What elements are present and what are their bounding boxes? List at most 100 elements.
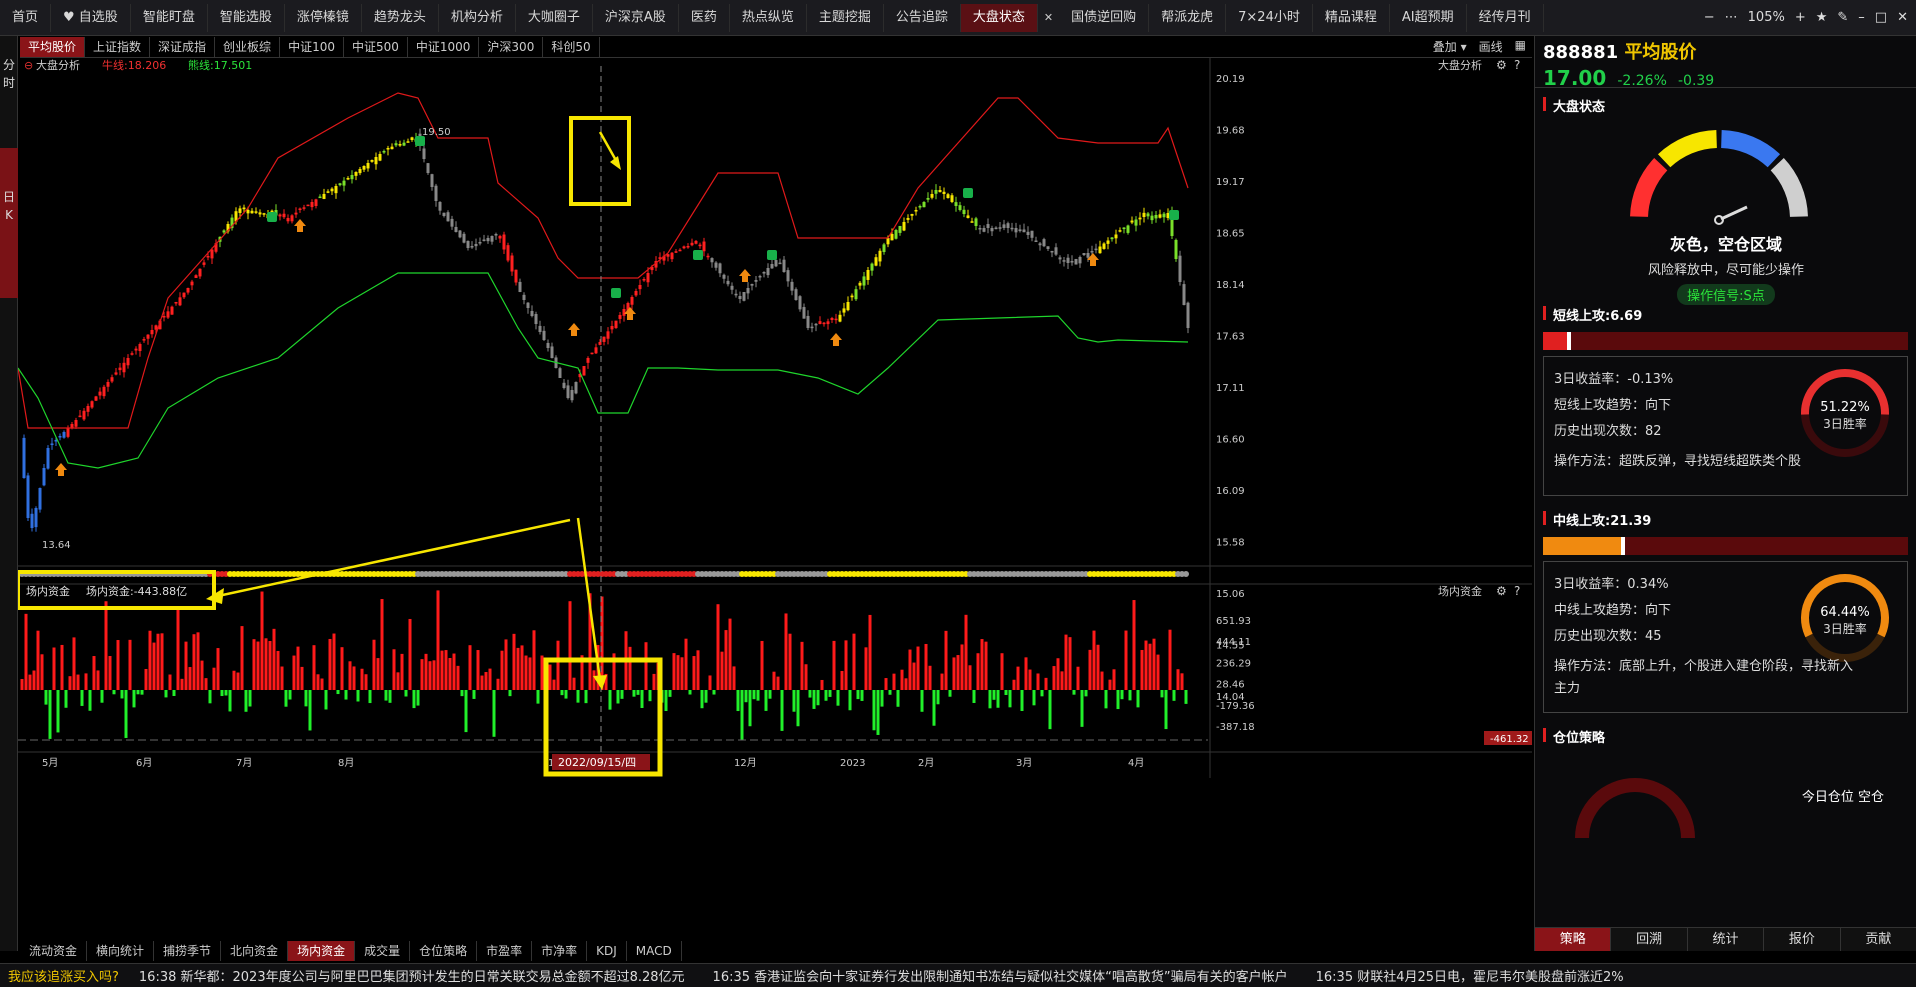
index-tab-1[interactable]: 上证指数: [85, 36, 151, 57]
sub-tab-2[interactable]: 捕捞季节: [154, 941, 222, 961]
candle-body: [910, 214, 914, 216]
nav-item-9[interactable]: 医药: [679, 3, 730, 32]
sub-tab-3[interactable]: 北向资金: [221, 941, 289, 961]
nav-item-1[interactable]: ♥ 自选股: [51, 3, 131, 32]
candle-body: [290, 215, 294, 222]
nav-item-10[interactable]: 热点纵览: [730, 3, 807, 32]
sub-tab-0[interactable]: 流动资金: [20, 941, 88, 961]
nav-item-4[interactable]: 涨停榛镜: [285, 3, 362, 32]
candle-body: [850, 295, 854, 298]
settings-icon[interactable]: ⚙: [1496, 58, 1507, 72]
index-tab-7[interactable]: 沪深300: [479, 36, 544, 57]
price-tick: 16.60: [1216, 435, 1245, 446]
strategy-tab-0[interactable]: 策略: [1535, 928, 1612, 951]
candle-body: [898, 226, 902, 233]
fund-bar: [304, 690, 308, 707]
nav-item-14[interactable]: 国债逆回购: [1059, 3, 1150, 32]
index-tab-5[interactable]: 中证500: [344, 36, 408, 57]
fund-bar: [844, 640, 848, 690]
candle-body: [82, 410, 86, 420]
nav-item-3[interactable]: 智能选股: [208, 3, 285, 32]
fund-bar: [512, 633, 516, 690]
news-ticker: 我应该追涨买入吗? 16:38 新华都：2023年度公司与阿里巴巴集团预计发生的…: [0, 963, 1916, 987]
candle-body: [450, 218, 454, 227]
window-min-icon[interactable]: –: [1858, 10, 1865, 25]
index-tab-8[interactable]: 科创50: [543, 36, 600, 57]
candle-body: [170, 306, 174, 315]
strategy-tab-4[interactable]: 贡献: [1841, 928, 1916, 951]
candle-body: [1062, 260, 1066, 262]
ticker-news-3[interactable]: 16:35 财联社4月25日电，霍尼韦尔美股盘前涨近2%: [1316, 966, 1652, 985]
candle-body: [510, 255, 514, 272]
candle-body: [370, 160, 374, 162]
index-tab-3[interactable]: 创业板综: [215, 36, 281, 57]
indicator-collapse-icon[interactable]: ⊖: [24, 59, 33, 72]
candle-body: [46, 448, 50, 469]
nav-item-17[interactable]: 精品课程: [1313, 3, 1390, 32]
nav-item-18[interactable]: AI超预期: [1390, 3, 1467, 32]
nav-item-7[interactable]: 大咖圈子: [516, 3, 593, 32]
strategy-tab-1[interactable]: 回溯: [1611, 928, 1688, 951]
index-tab-2[interactable]: 深证成指: [150, 36, 216, 57]
sub-settings-icon[interactable]: ⚙: [1496, 584, 1507, 598]
ticker-question[interactable]: 我应该追涨买入吗?: [0, 966, 139, 985]
fund-bar: [952, 657, 956, 690]
stock-change-pct: -2.26%: [1617, 73, 1667, 89]
sub-tab-9[interactable]: KDJ: [587, 941, 627, 961]
candle-body: [622, 309, 626, 316]
market-chart[interactable]: 20.19 19.68 19.17 18.65 18.14 17.63 17.11 16.60…: [18, 58, 1532, 941]
sub-help-icon[interactable]: ?: [1514, 584, 1520, 598]
nav-item-15[interactable]: 帮派龙虎: [1149, 3, 1227, 32]
s-signal-icon: [611, 288, 621, 298]
cursor-date: 2022/09/15/四: [558, 756, 636, 769]
strategy-tab-2[interactable]: 统计: [1688, 928, 1765, 951]
sub-tab-1[interactable]: 横向统计: [87, 941, 155, 961]
ticker-news-2[interactable]: 16:35 香港证监会向十家证券行发出限制通知书冻结与疑似社交媒体“唱高散货”骗…: [713, 966, 1316, 985]
candle-body: [1002, 224, 1006, 228]
overlay-button[interactable]: 叠加 ▾: [1433, 38, 1467, 55]
nav-item-16[interactable]: 7×24小时: [1226, 3, 1313, 32]
sub-tab-6[interactable]: 仓位策略: [410, 941, 478, 961]
window-close-icon[interactable]: ✕: [1897, 10, 1908, 25]
ticker-news-1[interactable]: 16:38 新华都：2023年度公司与阿里巴巴集团预计发生的日常关联交易总金额不…: [139, 966, 713, 985]
fund-bar: [80, 690, 84, 706]
draw-line-button[interactable]: 画线: [1479, 38, 1503, 55]
minus-icon[interactable]: −: [1704, 10, 1715, 25]
candle-body: [942, 191, 946, 194]
index-tab-4[interactable]: 中证100: [280, 36, 344, 57]
zoom-in-icon[interactable]: +: [1795, 10, 1806, 25]
sub-tab-5[interactable]: 成交量: [355, 941, 411, 961]
day-k-tab[interactable]: 日 K: [0, 148, 18, 298]
nav-item-19[interactable]: 经传月刊: [1467, 3, 1544, 32]
edit-icon[interactable]: ✎: [1837, 10, 1848, 25]
fund-bar: [816, 690, 820, 706]
layout-icon[interactable]: ▦: [1515, 38, 1526, 55]
nav-item-11[interactable]: 主题挖掘: [807, 3, 884, 32]
nav-item-12[interactable]: 公告追踪: [884, 3, 961, 32]
index-tab-6[interactable]: 中证1000: [408, 36, 480, 57]
mid-method: 操作方法：底部上升，个股进入建仓阶段，寻找新入主力: [1554, 659, 1854, 696]
fund-bar: [260, 591, 264, 690]
nav-item-13[interactable]: 大盘状态: [960, 3, 1038, 32]
sub-tab-8[interactable]: 市净率: [532, 941, 588, 961]
help-icon[interactable]: ?: [1514, 58, 1520, 72]
star-icon[interactable]: ★: [1816, 10, 1828, 25]
sub-tab-7[interactable]: 市盈率: [477, 941, 533, 961]
candle-body: [902, 222, 906, 231]
nav-item-5[interactable]: 趋势龙头: [362, 3, 439, 32]
nav-item-0[interactable]: 首页: [0, 3, 52, 32]
fund-bar: [1016, 666, 1020, 690]
sub-tick: -179.36: [1216, 701, 1255, 712]
window-max-icon[interactable]: □: [1875, 10, 1887, 25]
more-icon[interactable]: ⋯: [1725, 10, 1738, 25]
sub-tab-10[interactable]: MACD: [627, 941, 682, 961]
sub-tab-4[interactable]: 场内资金: [288, 941, 356, 961]
index-tab-0[interactable]: 平均股价: [20, 36, 86, 57]
minute-tab[interactable]: 分 时: [0, 56, 18, 92]
nav-item-2[interactable]: 智能盯盘: [131, 3, 208, 32]
fund-bar: [988, 690, 992, 709]
nav-item-8[interactable]: 沪深京A股: [593, 3, 679, 32]
strategy-tab-3[interactable]: 报价: [1764, 928, 1841, 951]
nav-item-6[interactable]: 机构分析: [439, 3, 516, 32]
close-tab-icon[interactable]: ✕: [1038, 4, 1059, 32]
